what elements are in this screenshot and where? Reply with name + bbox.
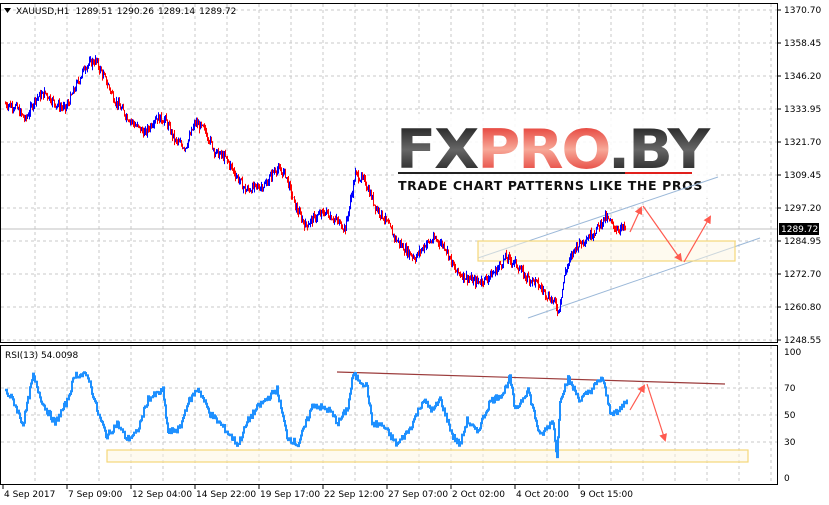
rsi-tick-label: 30 (784, 438, 796, 448)
time-tick-label: 9 Oct 15:00 (580, 490, 633, 500)
rsi-forecast-arrows[interactable] (629, 383, 667, 442)
time-tick-label: 2 Oct 02:00 (452, 490, 505, 500)
logo-tagline: TRADE CHART PATTERNS LIKE THE PROS (398, 178, 703, 193)
price-tick-label: 1272.70 (784, 270, 821, 280)
rsi-tick-label: 100 (784, 348, 801, 358)
chart-header: XAUUSD,H1 1289.51 1290.26 1289.14 1289.72 (16, 7, 236, 17)
low-value: 1289.14 (158, 7, 195, 17)
current-price-tag-text: 1289.72 (781, 225, 818, 235)
rsi-support-zone-box[interactable] (106, 449, 749, 463)
rsi-tick-label: 50 (784, 411, 796, 421)
time-tick-label: 7 Sep 09:00 (68, 490, 123, 500)
logo-text-fx: FX (396, 118, 479, 181)
high-value: 1290.26 (117, 7, 154, 17)
time-tick-label: 12 Sep 04:00 (132, 490, 192, 500)
time-tick-label: 27 Sep 07:00 (388, 490, 448, 500)
price-tick-label: 1321.70 (784, 138, 821, 148)
time-tick-label: 14 Sep 22:00 (196, 490, 256, 500)
price-tick-label: 1248.55 (784, 336, 821, 346)
logo-text-pro: PRO (477, 118, 609, 181)
price-tick-label: 1358.45 (784, 39, 821, 49)
chart-canvas[interactable]: FX PRO .BY TRADE CHART PATTERNS LIKE THE P… (0, 0, 829, 505)
time-tick-label: 19 Sep 17:00 (260, 490, 320, 500)
open-value: 1289.51 (76, 7, 113, 17)
rsi-trend-line[interactable] (336, 371, 726, 385)
price-tick-label: 1260.80 (784, 303, 821, 313)
price-tick-label: 1370.70 (784, 6, 821, 16)
rsi-arrow-up[interactable] (629, 384, 646, 411)
time-tick-label: 4 Sep 2017 (4, 490, 55, 500)
price-tick-label: 1297.20 (784, 204, 821, 214)
time-axis: 4 Sep 2017 7 Sep 09:00 12 Sep 04:00 14 Sep … (4, 490, 633, 500)
rsi-tick-label: 70 (784, 384, 796, 394)
close-value: 1289.72 (199, 7, 236, 17)
price-axis: 1370.70 1358.45 1346.20 1333.95 1321.70 1309.… (784, 6, 821, 346)
rsi-tick-label: 0 (784, 474, 790, 484)
price-tick-label: 1309.45 (784, 171, 821, 181)
support-zone-box[interactable] (477, 240, 736, 262)
logo-text-by: .BY (608, 118, 711, 181)
rsi-indicator-label: RSI(13) 54.0098 (5, 351, 78, 361)
price-tick-label: 1284.95 (784, 237, 821, 247)
rsi-line (5, 371, 628, 459)
rsi-arrow-down[interactable] (646, 383, 667, 442)
price-tick-label: 1346.20 (784, 72, 821, 82)
time-tick-label: 4 Oct 20:00 (516, 490, 569, 500)
price-annotations[interactable] (477, 176, 761, 319)
symbol-label: XAUUSD,H1 (16, 7, 70, 17)
price-tick-label: 1333.95 (784, 105, 821, 115)
rsi-axis: 100 70 50 30 0 (784, 348, 801, 484)
fxpro-logo: FX PRO .BY TRADE CHART PATTERNS LIKE THE P… (394, 114, 716, 198)
time-tick-label: 22 Sep 12:00 (324, 490, 384, 500)
svg-text:FXPRO.BY: FX PRO .BY (396, 118, 711, 181)
forecast-arrow-up-1[interactable] (629, 206, 643, 233)
